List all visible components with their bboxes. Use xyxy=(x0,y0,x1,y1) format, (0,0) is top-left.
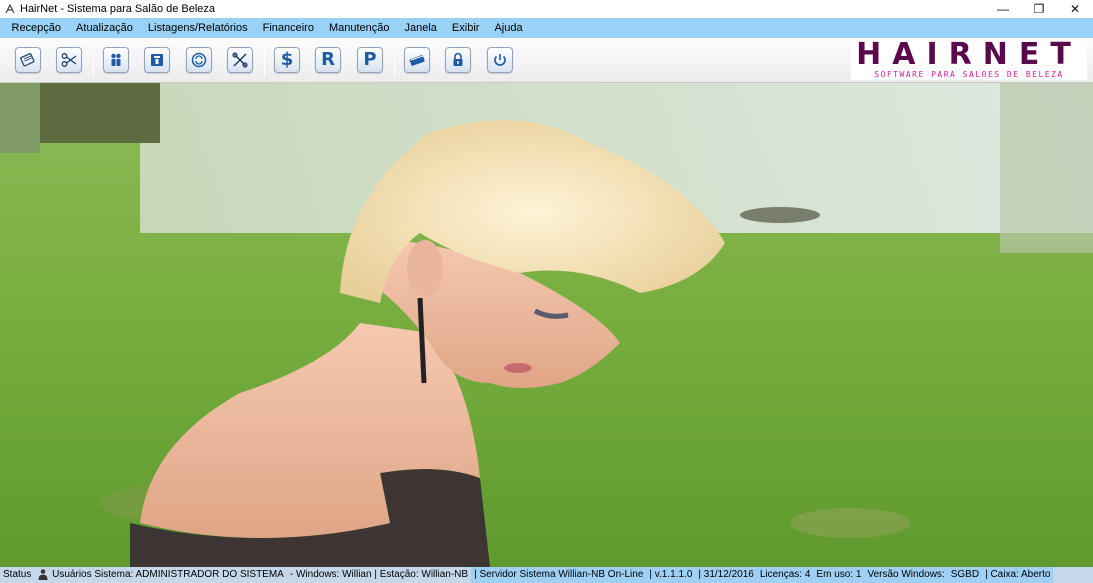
status-label: Status xyxy=(3,569,32,580)
power-icon xyxy=(494,54,506,66)
menu-exibir[interactable]: Exibir xyxy=(444,18,487,38)
credit-card-icon xyxy=(409,55,425,66)
menu-manutencao[interactable]: Manutenção xyxy=(321,18,397,38)
status-windows-version: Versão Windows: xyxy=(864,567,948,583)
status-sgbd: SGBD xyxy=(947,567,983,583)
background-photo-image xyxy=(0,83,1093,567)
toolbar-separator xyxy=(93,44,94,77)
window-title: HairNet - Sistema para Salão de Beleza xyxy=(20,3,216,15)
notebook-icon xyxy=(20,53,35,67)
letter-p-icon: P xyxy=(363,49,377,70)
services-button[interactable] xyxy=(56,47,82,73)
app-window: HairNet - Sistema para Salão de Beleza —… xyxy=(0,0,1093,583)
payables-button[interactable]: P xyxy=(357,47,383,73)
menu-recepcao[interactable]: Recepção xyxy=(4,18,69,38)
menu-financeiro[interactable]: Financeiro xyxy=(255,18,321,38)
toolbar-separator xyxy=(264,44,265,77)
status-server: | Servidor Sistema Willian-NB On-Line xyxy=(471,567,647,583)
toolbar-separator xyxy=(394,44,395,77)
professionals-button[interactable] xyxy=(144,47,170,73)
background-photo xyxy=(0,83,1093,567)
minimize-button[interactable]: — xyxy=(985,0,1021,18)
status-windows-station: - Windows: Willian | Estação: Willian-NB xyxy=(289,569,469,580)
scissors-icon xyxy=(61,53,77,67)
logo-wordmark: HAIRNET xyxy=(856,37,1082,72)
people-icon xyxy=(111,53,121,66)
restore-button[interactable]: ❐ xyxy=(1021,0,1057,18)
lock-button[interactable] xyxy=(445,47,471,73)
receivables-button[interactable]: R xyxy=(315,47,341,73)
menu-listagens-relatorios[interactable]: Listagens/Relatórios xyxy=(140,18,255,38)
status-licenses: Licenças: 4 xyxy=(756,567,814,583)
clients-button[interactable] xyxy=(103,47,129,73)
menu-janela[interactable]: Janela xyxy=(397,18,444,38)
card-button[interactable] xyxy=(404,47,430,73)
logo-tagline: SOFTWARE PARA SALOES DE BELEZA xyxy=(874,70,1064,79)
toolbar: $ R P HAIRNET SOFTWARE PARA SALOES DE BE… xyxy=(0,38,1093,83)
close-button[interactable]: ✕ xyxy=(1057,0,1093,18)
tools-icon xyxy=(232,52,248,68)
status-in-use: Em uso: 1 xyxy=(813,567,865,583)
lock-icon xyxy=(453,52,463,66)
status-bar: Status Usuários Sistema: ADMINISTRADOR D… xyxy=(0,567,1093,583)
hairnet-logo: HAIRNET SOFTWARE PARA SALOES DE BELEZA xyxy=(851,40,1087,80)
status-date: | 31/12/2016 xyxy=(695,567,757,583)
dollar-icon: $ xyxy=(280,49,294,70)
user-icon xyxy=(38,569,48,581)
status-version: | v.1.1.1.0 xyxy=(646,567,696,583)
menu-bar: Recepção Atualização Listagens/Relatório… xyxy=(0,18,1093,38)
app-icon xyxy=(4,3,16,15)
schedule-button[interactable] xyxy=(186,47,212,73)
menu-atualizacao[interactable]: Atualização xyxy=(69,18,141,38)
power-button[interactable] xyxy=(487,47,513,73)
status-cash: | Caixa: Aberto xyxy=(982,567,1054,583)
status-users-text: Usuários Sistema: ADMINISTRADOR DO SISTE… xyxy=(52,569,284,580)
menu-ajuda[interactable]: Ajuda xyxy=(487,18,530,38)
title-bar[interactable]: HairNet - Sistema para Salão de Beleza —… xyxy=(0,0,1093,18)
id-card-icon xyxy=(151,54,163,66)
window-controls: — ❐ ✕ xyxy=(985,0,1093,18)
reception-button[interactable] xyxy=(15,47,41,73)
cash-button[interactable]: $ xyxy=(274,47,300,73)
status-user: Usuários Sistema: ADMINISTRADOR DO SISTE… xyxy=(34,567,287,583)
tools-button[interactable] xyxy=(227,47,253,73)
letter-r-icon: R xyxy=(321,49,335,70)
refresh-icon xyxy=(191,52,207,68)
